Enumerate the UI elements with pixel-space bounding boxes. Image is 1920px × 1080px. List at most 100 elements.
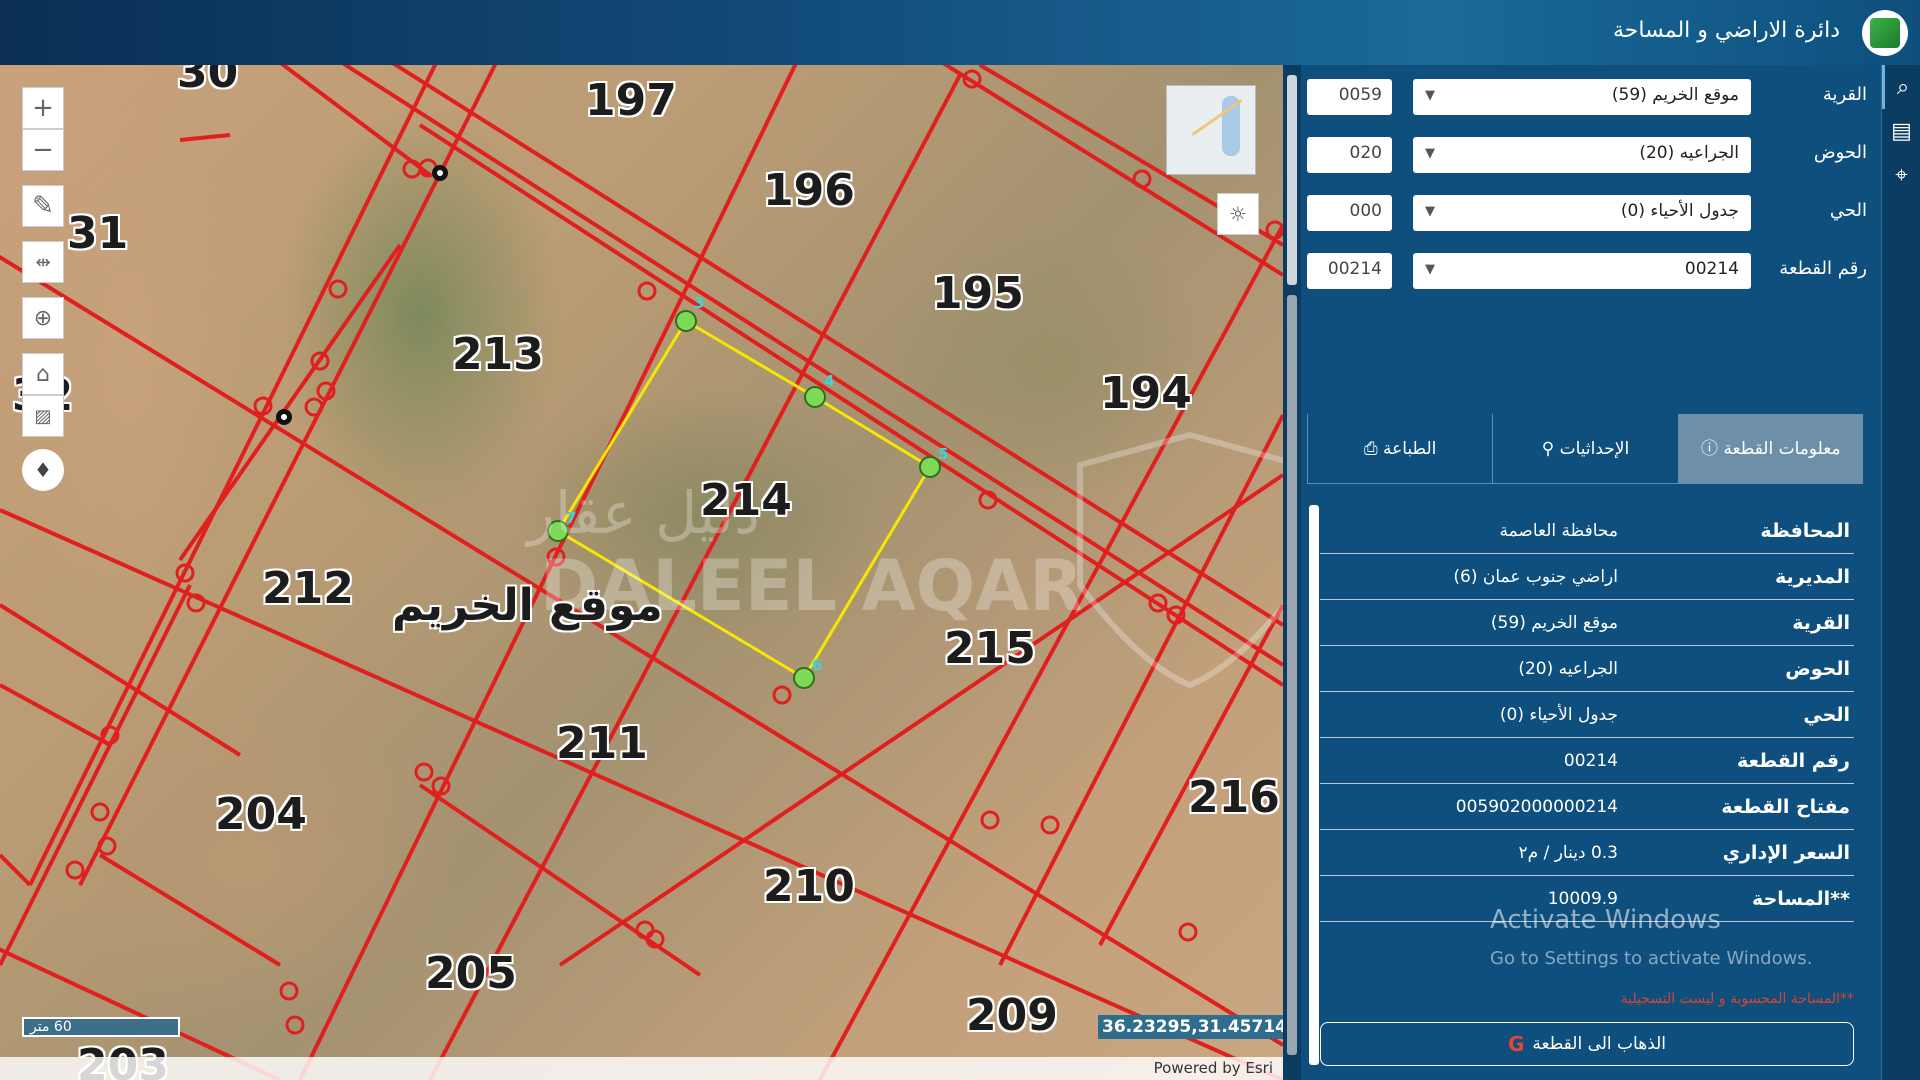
google-icon: G [1507, 1032, 1525, 1056]
parcel-number-label: 197 [585, 75, 677, 126]
dls-logo-icon[interactable] [1862, 10, 1908, 56]
info-scrollbar[interactable] [1309, 505, 1319, 1065]
parcel-number-label: 195 [932, 268, 1024, 319]
location-pin-icon[interactable]: ⌖ [1882, 153, 1920, 197]
chevron-down-icon: ▼ [1425, 146, 1435, 161]
village-select[interactable]: موقع الخريم (59) ▼ [1413, 79, 1751, 115]
search-icon[interactable]: ⌕ [1882, 65, 1920, 109]
panel-scrollbar[interactable] [1283, 65, 1301, 1080]
parcel-number-label: 194 [1100, 368, 1192, 419]
form-row-village: القرية موقع الخريم (59) ▼ 0059 [1301, 75, 1881, 119]
compass-icon[interactable]: ♦ [22, 449, 64, 491]
parcel-code-input[interactable]: 00214 [1307, 253, 1392, 289]
scale-bar: 60 متر [22, 1017, 180, 1037]
info-key: المديرية [1775, 565, 1850, 588]
parcel-lines-layer: 3 4 5 6 7 دليل عقار DALEEL AQAR [0, 65, 1283, 1080]
parcel-number-label: 31 [67, 208, 129, 259]
map-view[interactable]: 3 4 5 6 7 دليل عقار DALEEL AQAR 197 196 19… [0, 65, 1283, 1080]
vertex-label: 5 [938, 445, 948, 463]
basin-code-input[interactable]: 020 [1307, 137, 1392, 173]
app-title: دائرة الاراضي و المساحة [1613, 18, 1840, 43]
vertex-label: 3 [694, 294, 704, 312]
app-header: دائرة الاراضي و المساحة [0, 0, 1920, 65]
parcel-number-label: 213 [452, 329, 544, 380]
info-row: المحافظة محافظة العاصمة [1320, 508, 1854, 554]
home-icon[interactable]: ⌂ [22, 353, 64, 395]
locate-icon[interactable]: ⊕ [22, 297, 64, 339]
info-value: 0.3 دينار / م٢ [1518, 842, 1618, 863]
activate-windows-title: Activate Windows [1490, 905, 1721, 935]
info-key: القرية [1792, 611, 1850, 634]
area-note: **المساحة المحسوبة و ليست التسجيلية [1620, 991, 1854, 1007]
info-key: رقم القطعة [1737, 749, 1850, 772]
map-toolbar: + − ✎ ⇹ ⊕ ⌂ ▨ ♦ [22, 87, 64, 491]
district-code-input[interactable]: 000 [1307, 195, 1392, 231]
field-label: القرية [1822, 84, 1867, 105]
village-code-input[interactable]: 0059 [1307, 79, 1392, 115]
info-row: الحي جدول الأحياء (0) [1320, 692, 1854, 738]
side-rail: ⌕ ▤ ⌖ [1881, 65, 1920, 1080]
info-key: المحافظة [1760, 519, 1850, 542]
info-row: القرية موقع الخريم (59) [1320, 600, 1854, 646]
field-label: الحي [1829, 200, 1867, 221]
info-key: مفتاح القطعة [1721, 795, 1850, 818]
info-row: السعر الإداري 0.3 دينار / م٢ [1320, 830, 1854, 876]
info-value: اراضي جنوب عمان (6) [1453, 566, 1618, 587]
parcel-number-label: 212 [262, 563, 354, 614]
parcel-info-table: المحافظة محافظة العاصمة المديرية اراضي جنوب… [1320, 508, 1854, 922]
tab-parcel-info[interactable]: معلومات القطعة ⓘ [1677, 414, 1863, 483]
map-attribution[interactable]: Powered by Esri [0, 1057, 1283, 1080]
overview-map[interactable] [1166, 85, 1256, 175]
parcel-number-label: 205 [425, 948, 517, 999]
parcel-number-label: 216 [1188, 772, 1280, 823]
parcel-number-label: 196 [763, 165, 855, 216]
layers-icon[interactable]: ▤ [1882, 109, 1920, 153]
chevron-down-icon: ▼ [1425, 88, 1435, 103]
field-label: الحوض [1813, 142, 1867, 163]
activate-windows-subtitle: Go to Settings to activate Windows. [1490, 948, 1813, 969]
parcel-number-label: 211 [556, 718, 648, 769]
go-to-parcel-button[interactable]: الذهاب الى القطعة G [1320, 1022, 1854, 1066]
info-value: الجراعيه (20) [1518, 658, 1618, 679]
info-row: الحوض الجراعيه (20) [1320, 646, 1854, 692]
info-key: السعر الإداري [1722, 841, 1850, 864]
district-select[interactable]: جدول الأحياء (0) ▼ [1413, 195, 1751, 231]
info-value: جدول الأحياء (0) [1499, 704, 1618, 725]
pin-person-icon: ⚲ [1541, 438, 1555, 459]
sun-icon[interactable]: ☼ [1217, 193, 1259, 235]
coordinates-readout: 36.23295,31.45714 [1098, 1015, 1283, 1039]
parcel-number-label: 210 [763, 861, 855, 912]
vertex-label: 4 [824, 372, 834, 390]
info-value: محافظة العاصمة [1499, 520, 1618, 541]
parcel-number-label: 204 [215, 789, 307, 840]
zoom-out-icon[interactable]: − [22, 129, 64, 171]
printer-icon: ⎙ [1363, 438, 1378, 459]
parcel-number-label: 209 [966, 990, 1058, 1041]
form-row-district: الحي جدول الأحياء (0) ▼ 000 [1301, 191, 1881, 235]
vertex-label: 6 [812, 656, 822, 674]
area-label: موقع الخريم [392, 580, 663, 631]
tab-print[interactable]: الطباعة ⎙ [1307, 414, 1492, 483]
measure-icon[interactable]: ⇹ [22, 241, 64, 283]
info-row: مفتاح القطعة 005902000000214 [1320, 784, 1854, 830]
info-icon: ⓘ [1701, 438, 1719, 459]
field-label: رقم القطعة [1779, 258, 1867, 279]
parcel-number-label: 215 [944, 623, 1036, 674]
zoom-in-icon[interactable]: + [22, 87, 64, 129]
info-value: موقع الخريم (59) [1490, 612, 1618, 633]
chevron-down-icon: ▼ [1425, 204, 1435, 219]
basin-select[interactable]: الجراعيه (20) ▼ [1413, 137, 1751, 173]
info-value: 005902000000214 [1455, 796, 1618, 817]
parcel-number-label: 30 [177, 65, 239, 98]
info-row: المديرية اراضي جنوب عمان (6) [1320, 554, 1854, 600]
info-key: الحي [1803, 703, 1850, 726]
info-tabs: الطباعة ⎙ الإحداثيات ⚲ معلومات القطعة ⓘ [1307, 414, 1863, 484]
select-area-icon[interactable]: ▨ [22, 395, 64, 437]
chevron-down-icon: ▼ [1425, 262, 1435, 277]
pencil-icon[interactable]: ✎ [22, 185, 64, 227]
parcel-select[interactable]: 00214 ▼ [1413, 253, 1751, 289]
tab-coordinates[interactable]: الإحداثيات ⚲ [1492, 414, 1677, 483]
info-key: الحوض [1785, 657, 1850, 680]
info-value: 00214 [1563, 750, 1618, 771]
form-row-basin: الحوض الجراعيه (20) ▼ 020 [1301, 133, 1881, 177]
